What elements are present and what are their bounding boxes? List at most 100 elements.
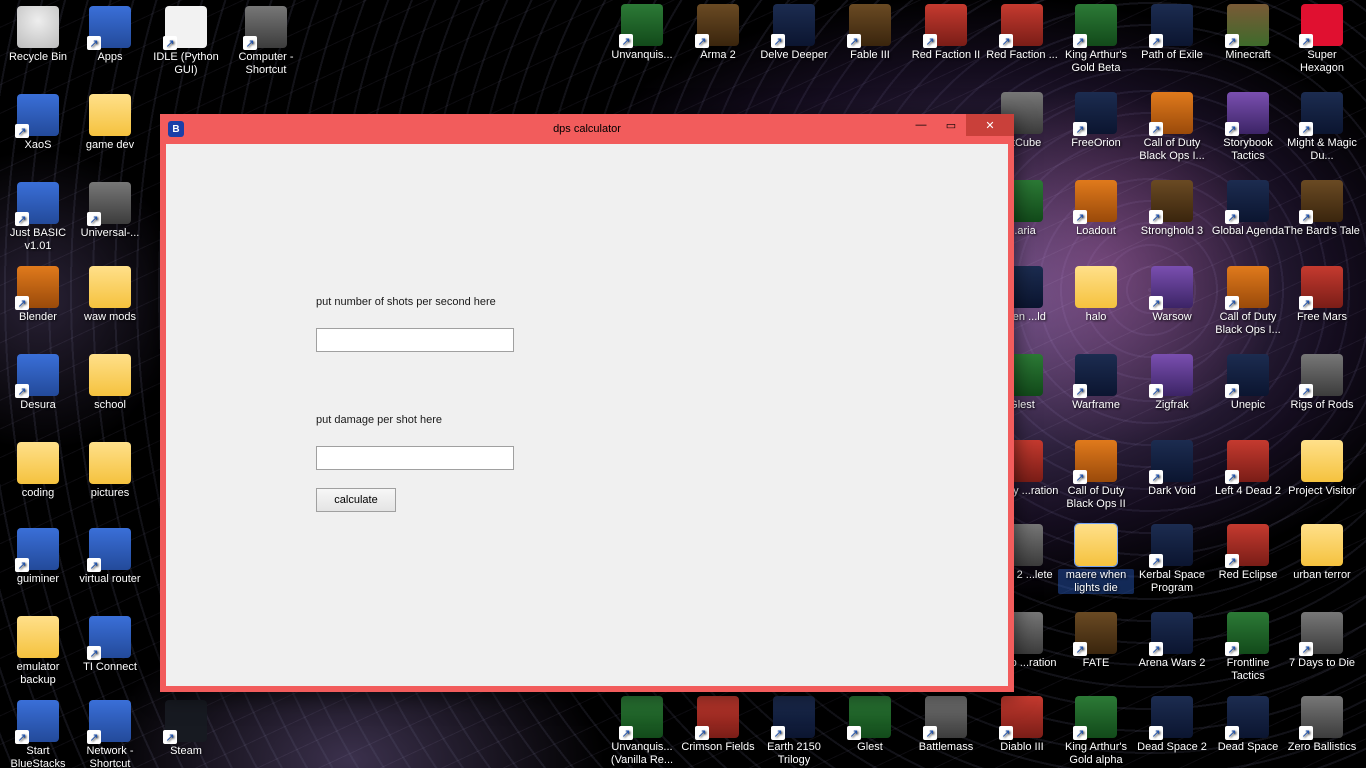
- red-faction-2-icon: ↗: [925, 4, 967, 46]
- desktop-icon-unvanq-vanilla[interactable]: ↗Unvanquis... (Vanilla Re...: [604, 696, 680, 766]
- desktop-icon-red-faction[interactable]: ↗Red Faction ...: [984, 4, 1060, 62]
- calculate-button[interactable]: calculate: [316, 488, 396, 512]
- shortcut-arrow-icon: ↗: [771, 726, 785, 740]
- shots-input[interactable]: [316, 328, 514, 352]
- desktop-icon-steam[interactable]: ↗Steam: [148, 700, 224, 758]
- desktop-icon-cod-bo1[interactable]: ↗Call of Duty Black Ops I...: [1134, 92, 1210, 162]
- desktop-icon-label: Delve Deeper: [756, 49, 832, 62]
- desktop-icon-pictures[interactable]: pictures: [72, 442, 148, 500]
- desktop-icon-arma2[interactable]: ↗Arma 2: [680, 4, 756, 62]
- desktop-icon-universal[interactable]: ↗Universal-...: [72, 182, 148, 240]
- desktop-icon-dead-space-2[interactable]: ↗Dead Space 2: [1134, 696, 1210, 754]
- might-magic-icon: ↗: [1301, 92, 1343, 134]
- desktop-icon-glest-b[interactable]: ↗Glest: [832, 696, 908, 754]
- desktop-icon-dead-space[interactable]: ↗Dead Space: [1210, 696, 1286, 754]
- desktop-icon-crimson-fields[interactable]: ↗Crimson Fields: [680, 696, 756, 754]
- desktop-icon-project-visitor[interactable]: Project Visitor: [1284, 440, 1360, 498]
- desktop-icon-frontline-tactics[interactable]: ↗Frontline Tactics: [1210, 612, 1286, 682]
- desktop-icon-apps[interactable]: ↗Apps: [72, 6, 148, 64]
- desktop-icon-storybook-tactics[interactable]: ↗Storybook Tactics: [1210, 92, 1286, 162]
- shortcut-arrow-icon: ↗: [1225, 384, 1239, 398]
- desktop-icon-emulator-backup[interactable]: emulator backup: [0, 616, 76, 686]
- desktop-icon-minecraft[interactable]: ↗Minecraft: [1210, 4, 1286, 62]
- desktop-icon-maere[interactable]: maere when lights die: [1058, 524, 1134, 594]
- desktop-icon-coding[interactable]: coding: [0, 442, 76, 500]
- desktop-icon-unvanquished[interactable]: ↗Unvanquis...: [604, 4, 680, 62]
- desktop-icon-zero-ballistics[interactable]: ↗Zero Ballistics: [1284, 696, 1360, 754]
- desktop-icon-urban-terror[interactable]: urban terror: [1284, 524, 1360, 582]
- desktop-icon-ksp[interactable]: ↗Kerbal Space Program: [1134, 524, 1210, 594]
- shortcut-arrow-icon: ↗: [1149, 122, 1163, 136]
- desktop-icon-arena-wars-2[interactable]: ↗Arena Wars 2: [1134, 612, 1210, 670]
- desktop-icon-7dtd[interactable]: ↗7 Days to Die: [1284, 612, 1360, 670]
- desktop-icon-warsow[interactable]: ↗Warsow: [1134, 266, 1210, 324]
- desktop-icon-global-agenda[interactable]: ↗Global Agenda: [1210, 180, 1286, 238]
- desktop-icon-desura[interactable]: ↗Desura: [0, 354, 76, 412]
- universal-icon: ↗: [89, 182, 131, 224]
- desktop-icon-fable3[interactable]: ↗Fable III: [832, 4, 908, 62]
- warframe-icon: ↗: [1075, 354, 1117, 396]
- desktop-icon-l4d2[interactable]: ↗Left 4 Dead 2: [1210, 440, 1286, 498]
- desktop-icon-cod-bo2[interactable]: ↗Call of Duty Black Ops II: [1058, 440, 1134, 510]
- desktop-icon-kag-alpha[interactable]: ↗King Arthur's Gold alpha: [1058, 696, 1134, 766]
- desktop-icon-king-arthurs-gold[interactable]: ↗King Arthur's Gold Beta: [1058, 4, 1134, 74]
- desktop-icon-path-of-exile[interactable]: ↗Path of Exile: [1134, 4, 1210, 62]
- desktop-icon-label: Network - Shortcut: [72, 745, 148, 768]
- minimize-button[interactable]: —: [906, 114, 936, 136]
- desktop-icon-ti-connect[interactable]: ↗TI Connect: [72, 616, 148, 674]
- desktop-icon-battlemass[interactable]: ↗Battlemass: [908, 696, 984, 754]
- desktop-icon-red-faction-2[interactable]: ↗Red Faction II: [908, 4, 984, 62]
- desktop-icon-red-eclipse[interactable]: ↗Red Eclipse: [1210, 524, 1286, 582]
- dead-space-2-icon: ↗: [1151, 696, 1193, 738]
- unepic-icon: ↗: [1227, 354, 1269, 396]
- shortcut-arrow-icon: ↗: [923, 34, 937, 48]
- desktop-icon-free-mars[interactable]: ↗Free Mars: [1284, 266, 1360, 324]
- desktop-icon-earth-2150[interactable]: ↗Earth 2150 Trilogy: [756, 696, 832, 766]
- desktop-icon-xaos[interactable]: ↗XaoS: [0, 94, 76, 152]
- shortcut-arrow-icon: ↗: [1073, 642, 1087, 656]
- shortcut-arrow-icon: ↗: [1073, 210, 1087, 224]
- maximize-button[interactable]: ▭: [936, 114, 966, 136]
- desktop-icon-rigs-of-rods[interactable]: ↗Rigs of Rods: [1284, 354, 1360, 412]
- close-button[interactable]: ✕: [966, 114, 1014, 136]
- desktop-icon-diablo-3[interactable]: ↗Diablo III: [984, 696, 1060, 754]
- desktop-icon-game-dev[interactable]: game dev: [72, 94, 148, 152]
- desktop-icon-might-magic[interactable]: ↗Might & Magic Du...: [1284, 92, 1360, 162]
- desktop-icon-computer-shortcut[interactable]: ↗Computer - Shortcut: [228, 6, 304, 76]
- desktop-icon-loadout[interactable]: ↗Loadout: [1058, 180, 1134, 238]
- desktop-icon-waw-mods[interactable]: waw mods: [72, 266, 148, 324]
- desktop-icon-warframe[interactable]: ↗Warframe: [1058, 354, 1134, 412]
- desktop-icon-recycle-bin[interactable]: Recycle Bin: [0, 6, 76, 64]
- desktop-icon-freeorion[interactable]: ↗FreeOrion: [1058, 92, 1134, 150]
- desktop-icon-label: Glest: [832, 741, 908, 754]
- shortcut-arrow-icon: ↗: [1225, 122, 1239, 136]
- desktop-icon-label: Desura: [0, 399, 76, 412]
- global-agenda-icon: ↗: [1227, 180, 1269, 222]
- desktop-icon-blender[interactable]: ↗Blender: [0, 266, 76, 324]
- desktop-icon-cod-bo-x[interactable]: ↗Call of Duty Black Ops I...: [1210, 266, 1286, 336]
- desktop-icon-idle-python[interactable]: ↗IDLE (Python GUI): [148, 6, 224, 76]
- desktop-icon-label: Zigfrak: [1134, 399, 1210, 412]
- desktop-icon-halo[interactable]: halo: [1058, 266, 1134, 324]
- desktop-icon-guiminer[interactable]: ↗guiminer: [0, 528, 76, 586]
- desktop-icon-fate[interactable]: ↗FATE: [1058, 612, 1134, 670]
- titlebar[interactable]: B dps calculator — ▭ ✕: [160, 114, 1014, 144]
- stronghold3-icon: ↗: [1151, 180, 1193, 222]
- desktop-icon-dark-void[interactable]: ↗Dark Void: [1134, 440, 1210, 498]
- desktop-icon-bards-tale[interactable]: ↗The Bard's Tale: [1284, 180, 1360, 238]
- desktop-icon-start-bluestacks[interactable]: ↗Start BlueStacks: [0, 700, 76, 768]
- shortcut-arrow-icon: ↗: [87, 730, 101, 744]
- desktop-icon-stronghold3[interactable]: ↗Stronghold 3: [1134, 180, 1210, 238]
- desktop-icon-network-shortcut[interactable]: ↗Network - Shortcut: [72, 700, 148, 768]
- desktop-icon-super-hexagon[interactable]: ↗Super Hexagon: [1284, 4, 1360, 74]
- desktop-icon-school[interactable]: school: [72, 354, 148, 412]
- desktop-icon-delve-deeper[interactable]: ↗Delve Deeper: [756, 4, 832, 62]
- desktop-icon-unepic[interactable]: ↗Unepic: [1210, 354, 1286, 412]
- shortcut-arrow-icon: ↗: [619, 34, 633, 48]
- desktop-icon-virtual-router[interactable]: ↗virtual router: [72, 528, 148, 586]
- desktop-icon-just-basic[interactable]: ↗Just BASIC v1.01: [0, 182, 76, 252]
- game-dev-icon: [89, 94, 131, 136]
- desktop-icon-zigfrak[interactable]: ↗Zigfrak: [1134, 354, 1210, 412]
- desktop-icon-label: Storybook Tactics: [1210, 137, 1286, 162]
- damage-input[interactable]: [316, 446, 514, 470]
